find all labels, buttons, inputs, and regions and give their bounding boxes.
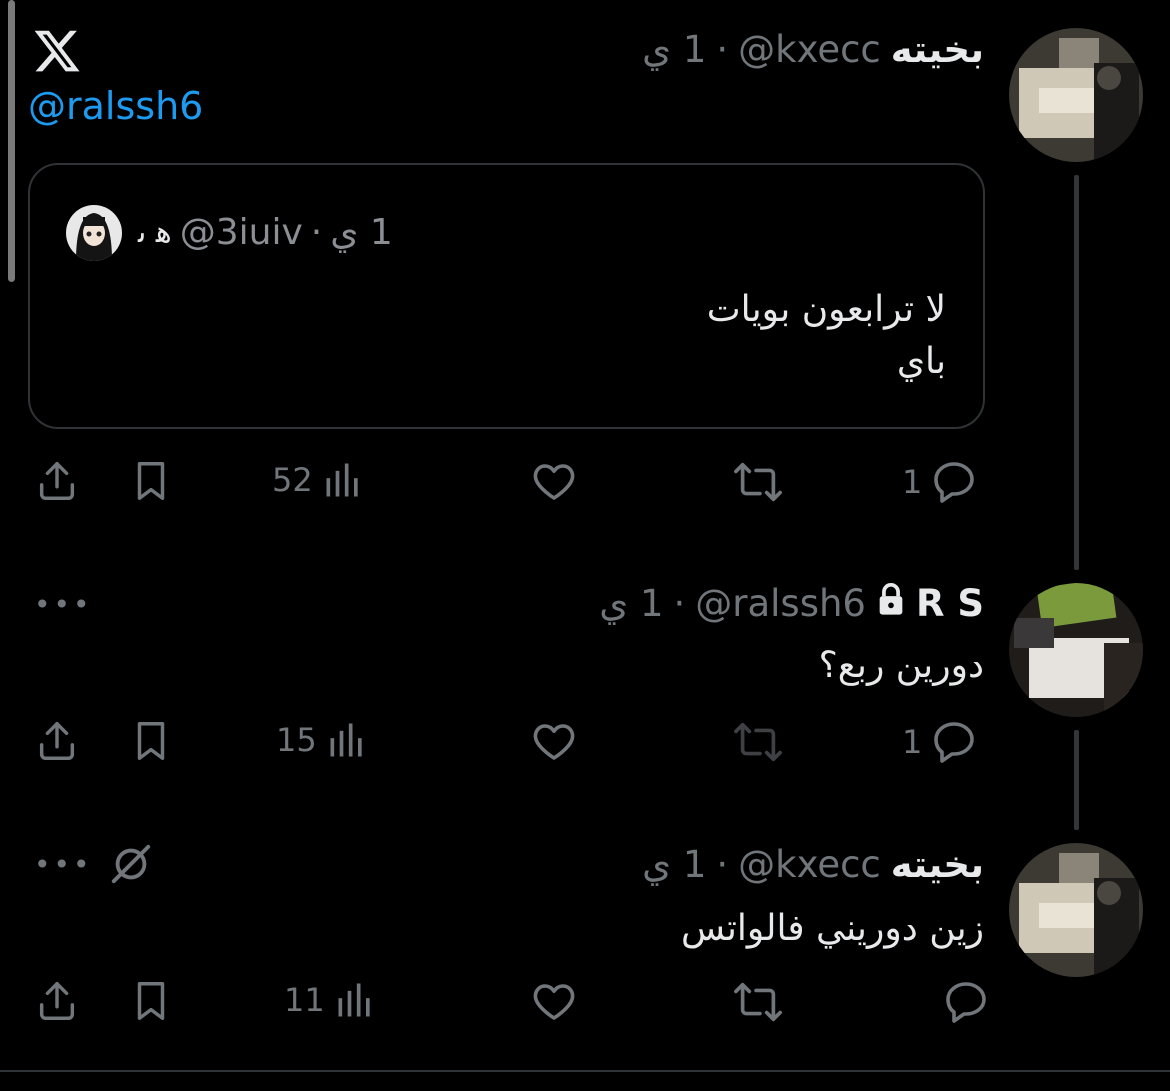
- tweet-header: بخيته @kxecc · 1 ي: [642, 843, 984, 886]
- avatar[interactable]: [1009, 28, 1143, 162]
- separator: ·: [716, 843, 729, 886]
- retweet-button[interactable]: [733, 458, 783, 506]
- like-button[interactable]: [530, 978, 578, 1026]
- retweet-icon: [734, 462, 782, 502]
- handle[interactable]: @ralssh6: [695, 582, 866, 625]
- retweet-button[interactable]: [733, 718, 783, 766]
- retweet-icon: [734, 722, 782, 762]
- tweet-text: دورين ربع؟: [818, 645, 984, 686]
- thread-line: [1074, 175, 1079, 570]
- bookmark-button[interactable]: [128, 978, 174, 1024]
- share-icon: [39, 462, 75, 500]
- like-button[interactable]: [530, 458, 578, 506]
- handle[interactable]: @kxecc: [738, 28, 881, 71]
- bookmark-button[interactable]: [128, 718, 174, 764]
- tweet-header: بخيته @kxecc · 1 ي: [642, 28, 984, 71]
- display-name[interactable]: بخيته: [891, 843, 984, 886]
- reply-count: 1: [902, 463, 923, 501]
- no-grok-icon[interactable]: [108, 841, 154, 891]
- views-button[interactable]: 52: [272, 458, 365, 502]
- timestamp[interactable]: 1 ي: [642, 843, 706, 886]
- share-button[interactable]: [34, 978, 80, 1024]
- share-button[interactable]: [34, 718, 80, 764]
- bookmark-button[interactable]: [128, 458, 174, 504]
- quoted-avatar: [66, 205, 122, 261]
- thread-line: [1074, 730, 1079, 830]
- lock-icon: [876, 582, 906, 625]
- retweet-icon: [734, 982, 782, 1022]
- views-icon: [330, 723, 362, 757]
- display-name[interactable]: R S: [916, 582, 984, 625]
- views-icon: [326, 463, 358, 497]
- share-button[interactable]: [34, 458, 80, 504]
- bookmark-icon: [137, 462, 165, 500]
- views-count: 52: [272, 461, 313, 499]
- reply-button[interactable]: 1: [902, 718, 978, 766]
- reply-button[interactable]: 1: [902, 458, 978, 506]
- scrollbar[interactable]: [8, 0, 15, 282]
- heart-icon: [533, 724, 575, 760]
- display-name[interactable]: بخيته: [891, 28, 984, 71]
- views-icon: [338, 983, 370, 1017]
- like-button[interactable]: [530, 718, 578, 766]
- tweet-text: زين دوريني فالواتس: [680, 908, 984, 949]
- separator: ·: [673, 582, 686, 625]
- quoted-handle: @3iuiv: [179, 212, 303, 253]
- handle[interactable]: @kxecc: [738, 843, 881, 886]
- timestamp[interactable]: 1 ي: [642, 28, 706, 71]
- views-count: 15: [276, 721, 317, 759]
- timestamp[interactable]: 1 ي: [599, 582, 663, 625]
- more-options-button[interactable]: •••: [34, 588, 93, 621]
- tweet-header: R S @ralssh6 · 1 ي: [599, 582, 984, 625]
- retweet-button[interactable]: [733, 978, 783, 1026]
- reply-button[interactable]: [934, 978, 990, 1026]
- share-icon: [39, 982, 75, 1020]
- heart-icon: [533, 464, 575, 500]
- quoted-tweet-header: ﻫ ﯨ @3iuiv · 1 ي: [138, 212, 393, 253]
- views-button[interactable]: 11: [284, 978, 377, 1022]
- replying-to-link[interactable]: @ralssh6: [28, 84, 203, 128]
- avatar[interactable]: [1009, 583, 1143, 717]
- bookmark-icon: [137, 982, 165, 1020]
- separator: ·: [716, 28, 729, 71]
- reply-icon: [934, 462, 975, 503]
- more-options-button[interactable]: •••: [34, 848, 93, 881]
- quoted-tweet-text: لا ترابعون بويات باي: [706, 289, 946, 382]
- reply-count: 1: [902, 723, 923, 761]
- quoted-separator: ·: [310, 212, 323, 253]
- avatar[interactable]: [1009, 843, 1143, 977]
- quoted-display-name: ﻫ ﯨ: [138, 215, 172, 250]
- share-icon: [39, 722, 75, 760]
- divider: [0, 1070, 1170, 1072]
- views-button[interactable]: 15: [276, 718, 369, 762]
- views-count: 11: [284, 981, 325, 1019]
- reply-icon: [946, 982, 986, 1023]
- reply-icon: [934, 722, 975, 763]
- bookmark-icon: [137, 722, 165, 760]
- x-logo-icon: [32, 26, 82, 76]
- quoted-timestamp: 1 ي: [330, 212, 393, 253]
- heart-icon: [533, 984, 575, 1020]
